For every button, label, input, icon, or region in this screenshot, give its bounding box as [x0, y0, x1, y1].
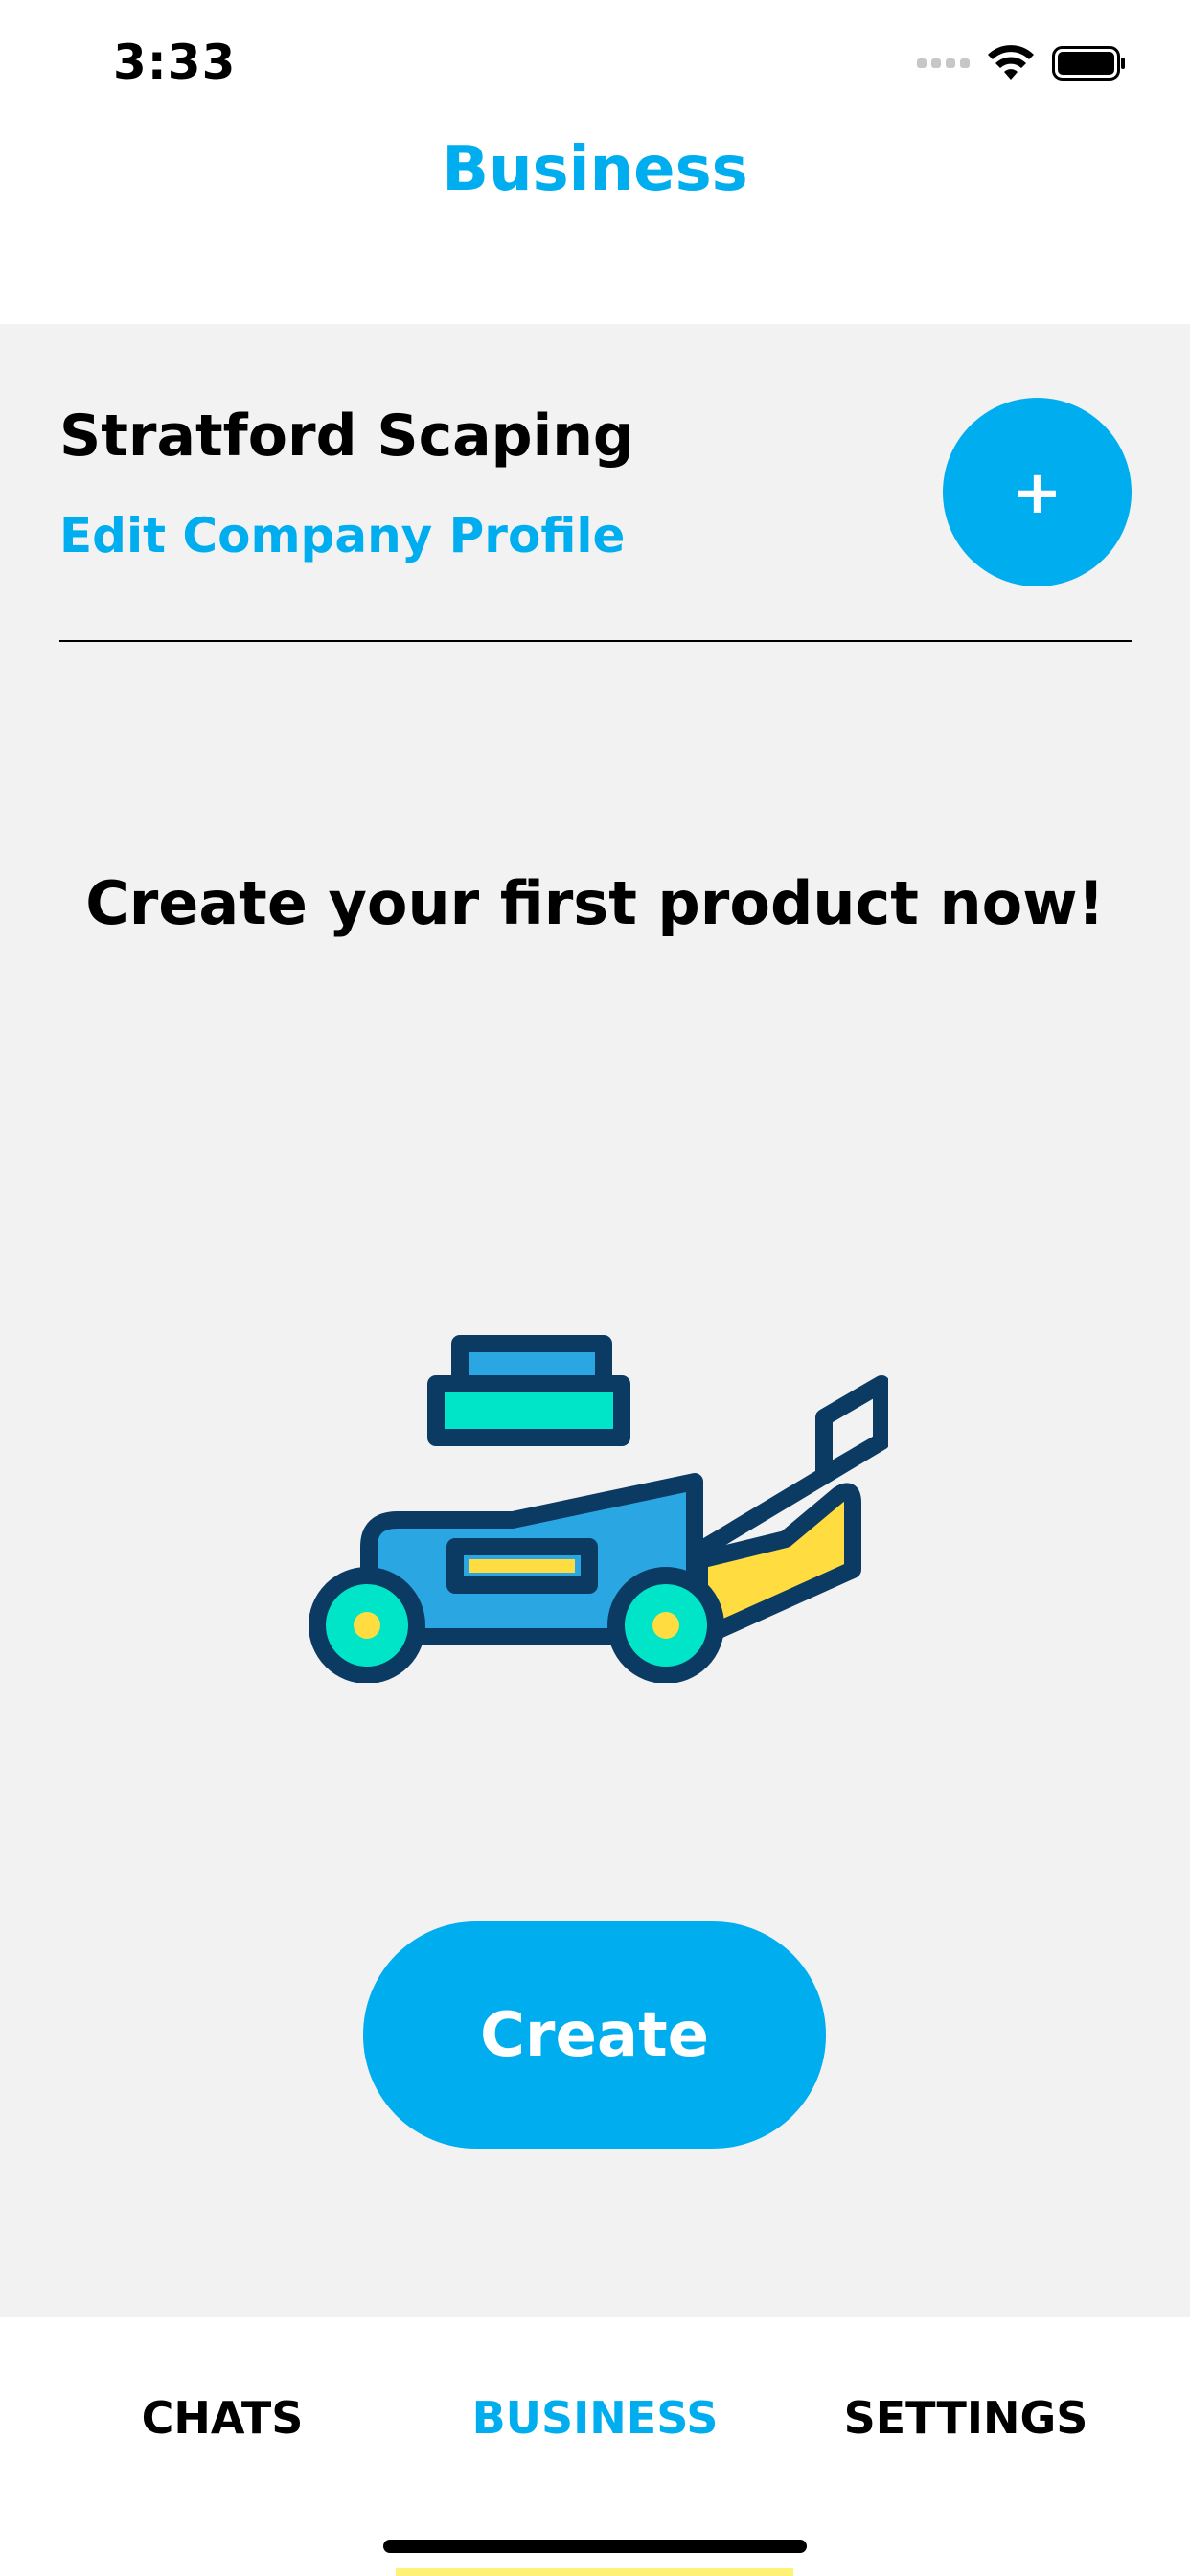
tab-business[interactable]: BUSINESS [403, 2392, 787, 2444]
tab-settings[interactable]: SETTINGS [774, 2392, 1157, 2444]
create-button[interactable]: Create [363, 1921, 826, 2149]
nav-header: Business [0, 126, 1190, 324]
page-title: Business [442, 134, 748, 205]
tab-chats[interactable]: CHATS [31, 2392, 414, 2444]
home-indicator[interactable] [383, 2540, 807, 2553]
lawn-mower-icon [309, 1335, 888, 1683]
accent-strip [396, 2568, 793, 2576]
tab-bar: CHATS BUSINESS SETTINGS [0, 2317, 1190, 2576]
empty-state-prompt: Create your first product now! [85, 868, 1105, 938]
company-name: Stratford Scaping [59, 402, 634, 470]
signal-icon [917, 58, 970, 68]
status-icons [917, 44, 1127, 82]
battery-icon [1052, 46, 1125, 80]
wifi-icon [988, 45, 1034, 80]
business-main: Stratford Scaping Edit Company Profile +… [0, 324, 1190, 2317]
divider [59, 640, 1132, 642]
status-bar: 3:33 [0, 0, 1190, 126]
edit-company-profile-link[interactable]: Edit Company Profile [59, 508, 625, 564]
add-button[interactable]: + [943, 398, 1132, 586]
status-time: 3:33 [113, 34, 237, 90]
